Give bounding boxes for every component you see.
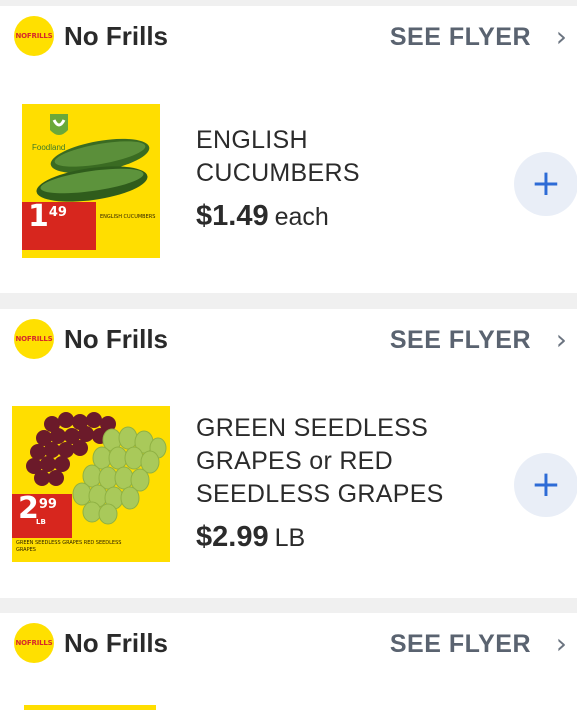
price-tag: 1 49 <box>22 202 96 250</box>
card-header: NOFRILLS No Frills SEE FLYER › <box>0 309 577 365</box>
section-gap <box>0 598 577 613</box>
card-header: NOFRILLS No Frills SEE FLYER › <box>0 613 577 669</box>
product-image[interactable]: 2 99 LB GREEN SEEDLESS GRAPES RED SEEDLES… <box>12 406 170 562</box>
product-name[interactable]: GREEN SEEDLESS GRAPES or RED SEEDLESS GR… <box>196 412 444 511</box>
plus-icon: + <box>530 464 562 505</box>
see-flyer-link[interactable]: SEE FLYER <box>390 23 531 52</box>
image-fine-print: ENGLISH CUCUMBERS <box>100 214 156 220</box>
chevron-right-icon[interactable]: › <box>556 627 567 660</box>
product-price: $1.49 each <box>196 200 329 232</box>
plus-icon: + <box>530 163 562 204</box>
store-logo: NOFRILLS <box>14 319 54 359</box>
deal-card[interactable]: NOFRILLS No Frills SEE FLYER › <box>0 613 577 710</box>
product-image[interactable]: Foodland 1 49 ENGLISH CUCUMBERS <box>22 104 160 258</box>
see-flyer-link[interactable]: SEE FLYER <box>390 630 531 659</box>
chevron-right-icon[interactable]: › <box>556 323 567 356</box>
product-image[interactable] <box>24 705 156 710</box>
store-logo: NOFRILLS <box>14 16 54 56</box>
deal-card[interactable]: NOFRILLS No Frills SEE FLYER › Foodland … <box>0 6 577 293</box>
grapes-illustration <box>12 406 170 562</box>
chevron-right-icon[interactable]: › <box>556 20 567 53</box>
product-price: $2.99 LB <box>196 521 306 553</box>
brand-label: Foodland <box>32 143 65 152</box>
image-fine-print: GREEN SEEDLESS GRAPES RED SEEDLESS GRAPE… <box>16 540 122 553</box>
store-name: No Frills <box>64 21 169 51</box>
store-name: No Frills <box>64 628 169 658</box>
deal-card[interactable]: NOFRILLS No Frills SEE FLYER › 2 99 LB G… <box>0 309 577 598</box>
card-header: NOFRILLS No Frills SEE FLYER › <box>0 6 577 62</box>
add-to-list-button[interactable]: + <box>514 152 577 216</box>
section-gap <box>0 293 577 309</box>
add-to-list-button[interactable]: + <box>514 453 577 517</box>
product-name[interactable]: ENGLISH CUCUMBERS <box>196 124 360 190</box>
price-tag: 2 99 LB <box>12 494 72 538</box>
store-name: No Frills <box>64 324 169 354</box>
store-logo: NOFRILLS <box>14 623 54 663</box>
see-flyer-link[interactable]: SEE FLYER <box>390 326 531 355</box>
